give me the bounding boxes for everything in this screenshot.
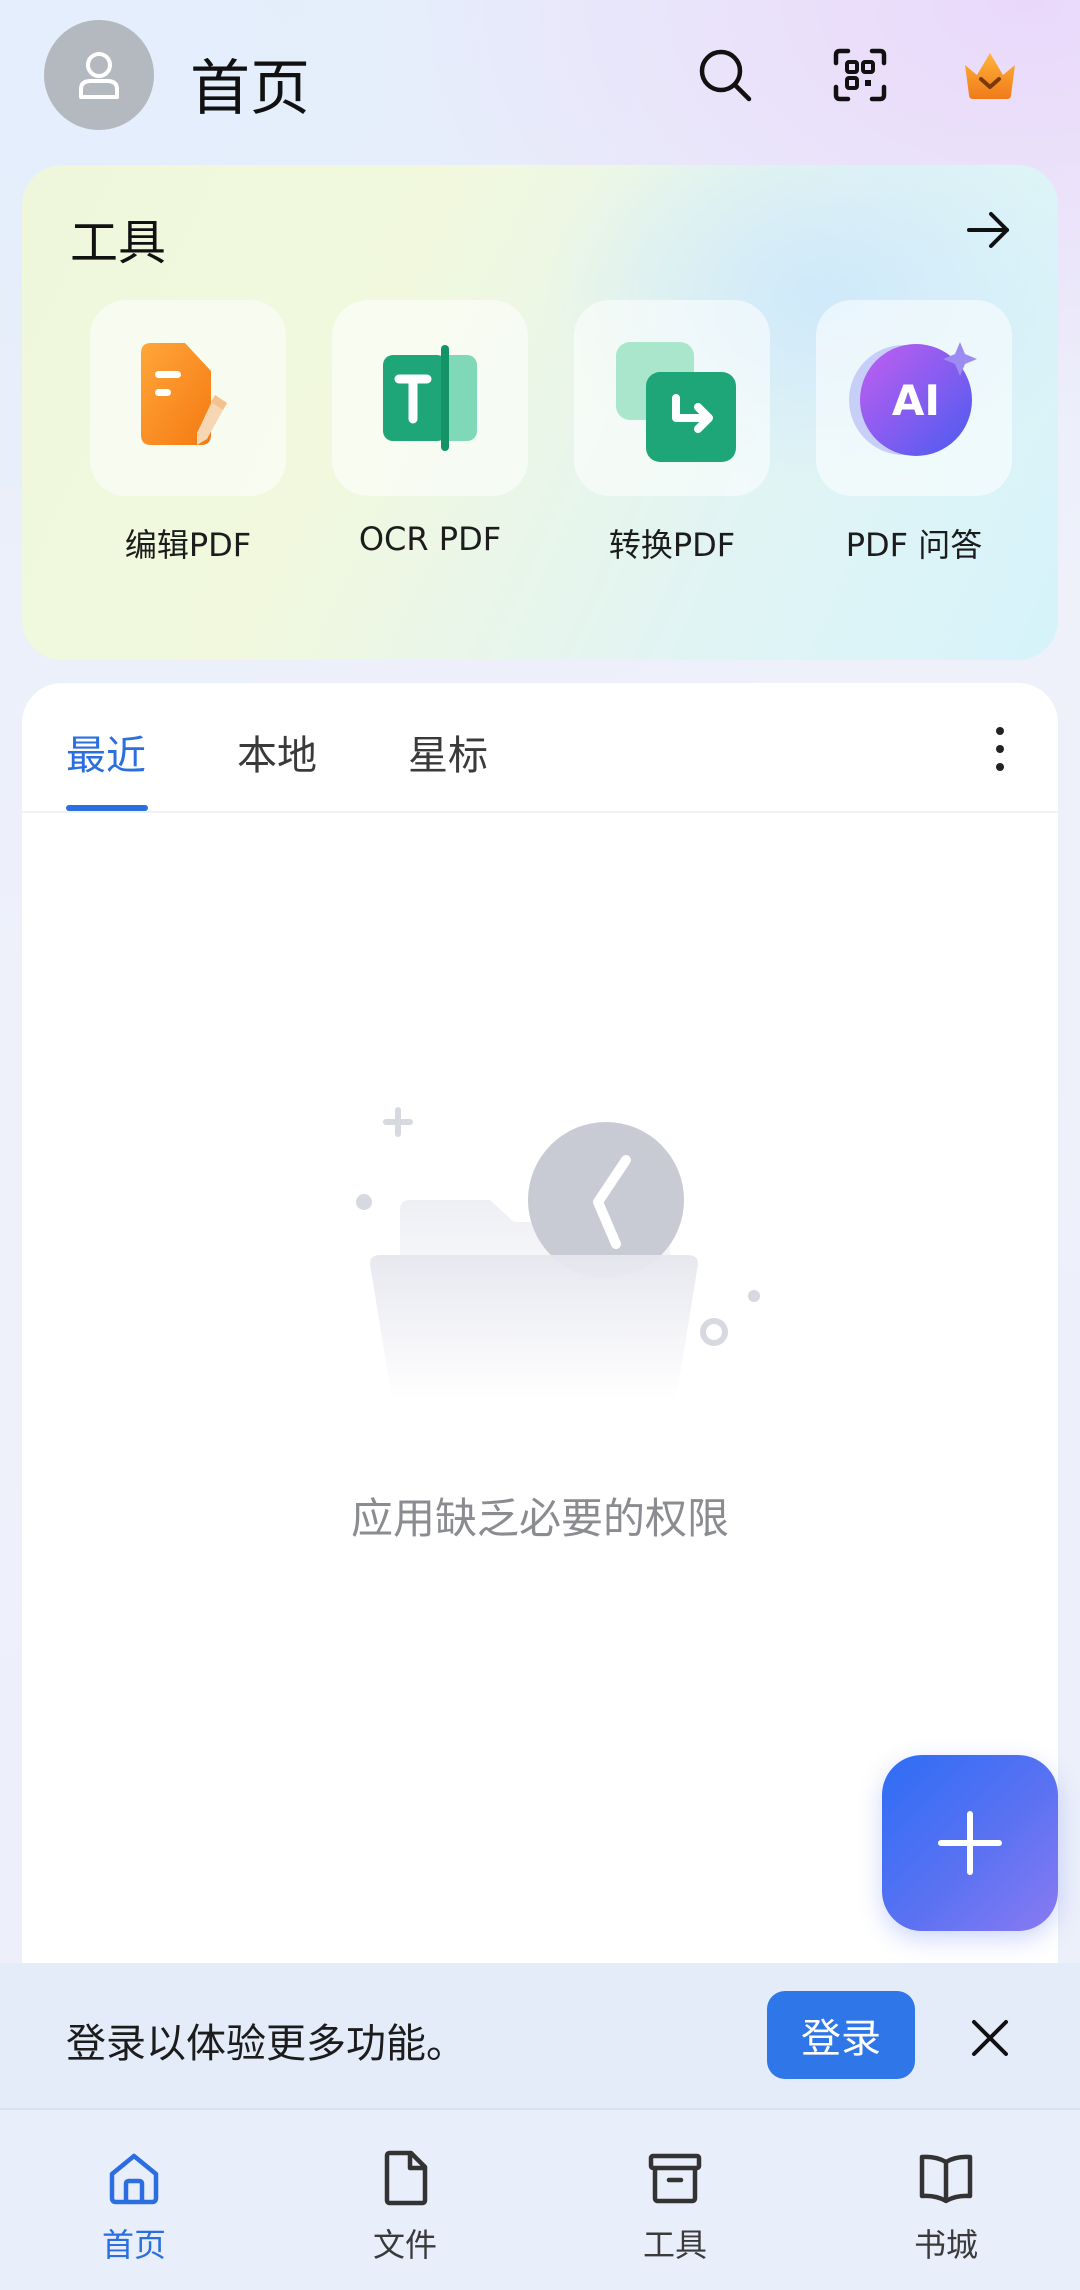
bottom-nav: 首页 文件 工具 书城 xyxy=(0,2108,1080,2290)
tool-tile: AI xyxy=(816,300,1012,496)
scan-icon xyxy=(833,48,887,102)
nav-icon-wrap xyxy=(102,2146,166,2210)
convert-pdf-icon xyxy=(616,342,736,462)
nav-label: 工具 xyxy=(642,2226,707,2264)
ocr-pdf-icon xyxy=(383,345,477,451)
tab-recent[interactable]: 最近 xyxy=(66,723,146,781)
home-icon xyxy=(109,2153,159,2205)
close-banner-button[interactable] xyxy=(960,2008,1020,2068)
tool-label: 编辑PDF xyxy=(124,526,252,564)
nav-files[interactable]: 文件 xyxy=(325,2146,485,2266)
more-dot xyxy=(996,727,1004,735)
tools-title: 工具 xyxy=(70,215,167,271)
tool-label: PDF 问答 xyxy=(845,526,983,564)
more-dot xyxy=(996,763,1004,771)
arrow-right-icon xyxy=(967,212,1009,248)
tool-tile xyxy=(90,300,286,496)
more-dot xyxy=(996,745,1004,753)
login-prompt-text: 登录以体验更多功能。 xyxy=(66,2021,466,2067)
empty-folder-illustration xyxy=(356,1107,760,1400)
add-fab-button[interactable] xyxy=(882,1755,1058,1931)
search-button[interactable] xyxy=(690,40,760,110)
scan-button[interactable] xyxy=(825,40,895,110)
vip-button[interactable] xyxy=(955,40,1025,110)
book-icon xyxy=(919,2154,973,2204)
nav-bookstore[interactable]: 书城 xyxy=(866,2146,1026,2266)
tool-pdf-qa[interactable]: AI PDF 问答 xyxy=(814,300,1014,566)
file-icon xyxy=(384,2150,428,2206)
tab-local[interactable]: 本地 xyxy=(237,723,317,781)
nav-tools[interactable]: 工具 xyxy=(595,2146,755,2266)
toolbox-icon xyxy=(648,2153,702,2204)
page-title: 首页 xyxy=(190,54,310,124)
avatar-icon xyxy=(79,52,119,99)
close-icon xyxy=(972,2020,1008,2056)
file-tabs: 最近 本地 星标 xyxy=(22,683,1058,813)
search-icon xyxy=(699,49,752,102)
nav-home[interactable]: 首页 xyxy=(54,2146,214,2266)
nav-label: 书城 xyxy=(913,2226,978,2264)
svg-text:AI: AI xyxy=(892,376,940,425)
avatar[interactable] xyxy=(44,20,154,130)
edit-pdf-icon xyxy=(141,343,227,445)
active-tab-indicator xyxy=(66,805,148,811)
tools-more-button[interactable] xyxy=(958,200,1018,260)
tool-convert-pdf[interactable]: 转换PDF xyxy=(572,300,772,566)
more-options-button[interactable] xyxy=(980,721,1020,777)
nav-icon-wrap xyxy=(914,2146,978,2210)
pdf-ai-qa-icon: AI xyxy=(849,342,977,456)
login-banner: 登录以体验更多功能。 登录 xyxy=(0,1963,1080,2108)
nav-label: 首页 xyxy=(101,2226,166,2264)
plus-icon xyxy=(938,1811,1002,1875)
tools-card: 工具 编辑PDF OCR PDF 转换PDF AI PDF 问答 xyxy=(22,165,1058,660)
tool-ocr-pdf[interactable]: OCR PDF xyxy=(330,300,530,558)
vip-crown-icon xyxy=(965,53,1015,99)
tool-label: 转换PDF xyxy=(608,526,736,564)
tool-label: OCR PDF xyxy=(358,520,502,558)
tool-tile xyxy=(332,300,528,496)
nav-icon-wrap xyxy=(643,2146,707,2210)
tab-starred[interactable]: 星标 xyxy=(408,723,488,781)
nav-icon-wrap xyxy=(373,2146,437,2210)
tool-edit-pdf[interactable]: 编辑PDF xyxy=(88,300,288,566)
tool-tile xyxy=(574,300,770,496)
nav-label: 文件 xyxy=(372,2226,437,2264)
empty-state-message: 应用缺乏必要的权限 xyxy=(350,1494,729,1543)
login-button[interactable]: 登录 xyxy=(767,1991,915,2079)
app-header: 首页 xyxy=(0,0,1080,150)
